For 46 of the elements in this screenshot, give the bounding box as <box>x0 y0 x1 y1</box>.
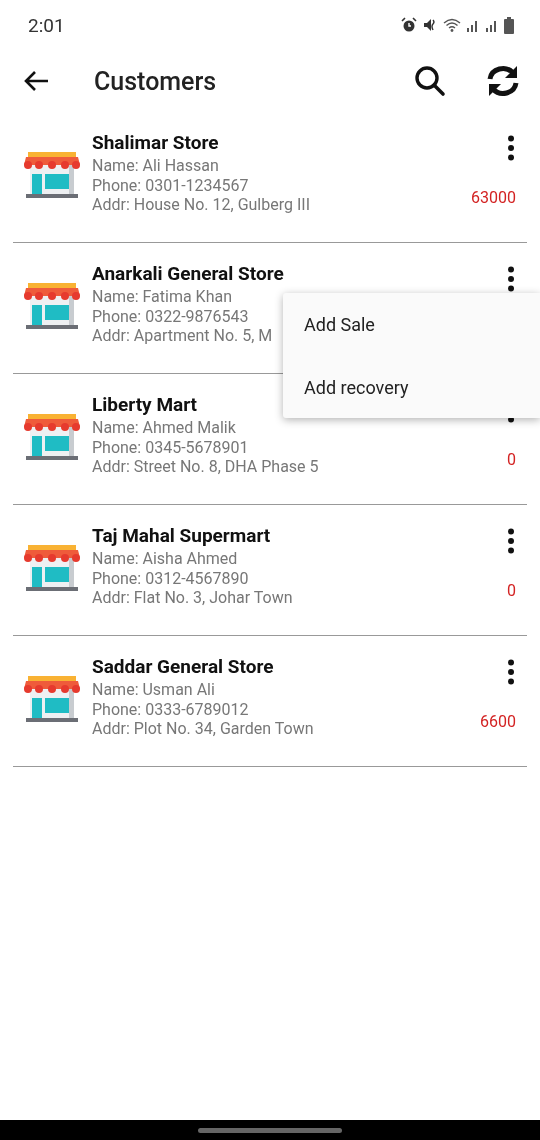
address: Addr: House No. 12, Gulberg III <box>92 195 310 215</box>
back-arrow-icon[interactable] <box>24 70 50 92</box>
store-icon <box>24 676 80 722</box>
balance-amount: 6600 <box>480 712 516 731</box>
battery-icon <box>504 16 514 34</box>
more-options-icon[interactable] <box>507 659 515 685</box>
customer-name: Liberty Mart <box>92 393 198 417</box>
balance-amount: 63000 <box>471 188 516 207</box>
contact-name: Name: Ahmed Malik <box>92 418 236 438</box>
contact-name: Name: Ali Hassan <box>92 156 219 176</box>
customer-row[interactable]: Taj Mahal Supermart Name: Aisha Ahmed Phone: 0312-4567890 Addr: Flat No. 3, Johar Town 0 <box>13 505 527 636</box>
address: Addr: Plot No. 34, Garden Town <box>92 719 314 739</box>
alarm-icon <box>401 17 417 33</box>
customer-row[interactable]: Shalimar Store Name: Ali Hassan Phone: 0301-1234567 Addr: House No. 12, Gulberg III 63000 <box>13 112 527 243</box>
customer-name: Saddar General Store <box>92 655 274 679</box>
more-options-icon[interactable] <box>507 135 515 161</box>
store-icon <box>24 283 80 329</box>
contact-name: Name: Usman Ali <box>92 680 215 700</box>
status-time: 2:01 <box>28 13 65 37</box>
address: Addr: Street No. 8, DHA Phase 5 <box>92 457 319 477</box>
refresh-icon[interactable] <box>486 64 520 98</box>
contact-name: Name: Aisha Ahmed <box>92 549 238 569</box>
balance-amount: 0 <box>507 581 516 600</box>
contact-name: Name: Fatima Khan <box>92 287 232 307</box>
phone-number: Phone: 0333-6789012 <box>92 699 249 719</box>
phone-number: Phone: 0345-5678901 <box>92 437 249 457</box>
mute-icon <box>422 17 438 33</box>
customer-name: Anarkali General Store <box>92 262 284 286</box>
store-icon <box>24 152 80 198</box>
customer-name: Shalimar Store <box>92 131 219 155</box>
more-options-icon[interactable] <box>507 528 515 554</box>
search-icon[interactable] <box>414 65 446 97</box>
more-options-icon[interactable] <box>507 266 515 292</box>
address: Addr: Flat No. 3, Johar Town <box>92 588 293 608</box>
phone-number: Phone: 0312-4567890 <box>92 568 249 588</box>
customer-row[interactable]: Saddar General Store Name: Usman Ali Phone: 0333-6789012 Addr: Plot No. 34, Garden Town 6600 <box>13 636 527 767</box>
store-icon <box>24 414 80 460</box>
wifi-icon <box>443 17 461 33</box>
customer-name: Taj Mahal Supermart <box>92 524 271 548</box>
phone-number: Phone: 0301-1234567 <box>92 175 249 195</box>
address: Addr: Apartment No. 5, M <box>92 326 273 346</box>
screen-title: Customers <box>94 66 218 96</box>
store-icon <box>24 545 80 591</box>
phone-number: Phone: 0322-9876543 <box>92 306 249 326</box>
home-handle[interactable] <box>198 1127 342 1133</box>
balance-amount: 0 <box>507 450 516 469</box>
